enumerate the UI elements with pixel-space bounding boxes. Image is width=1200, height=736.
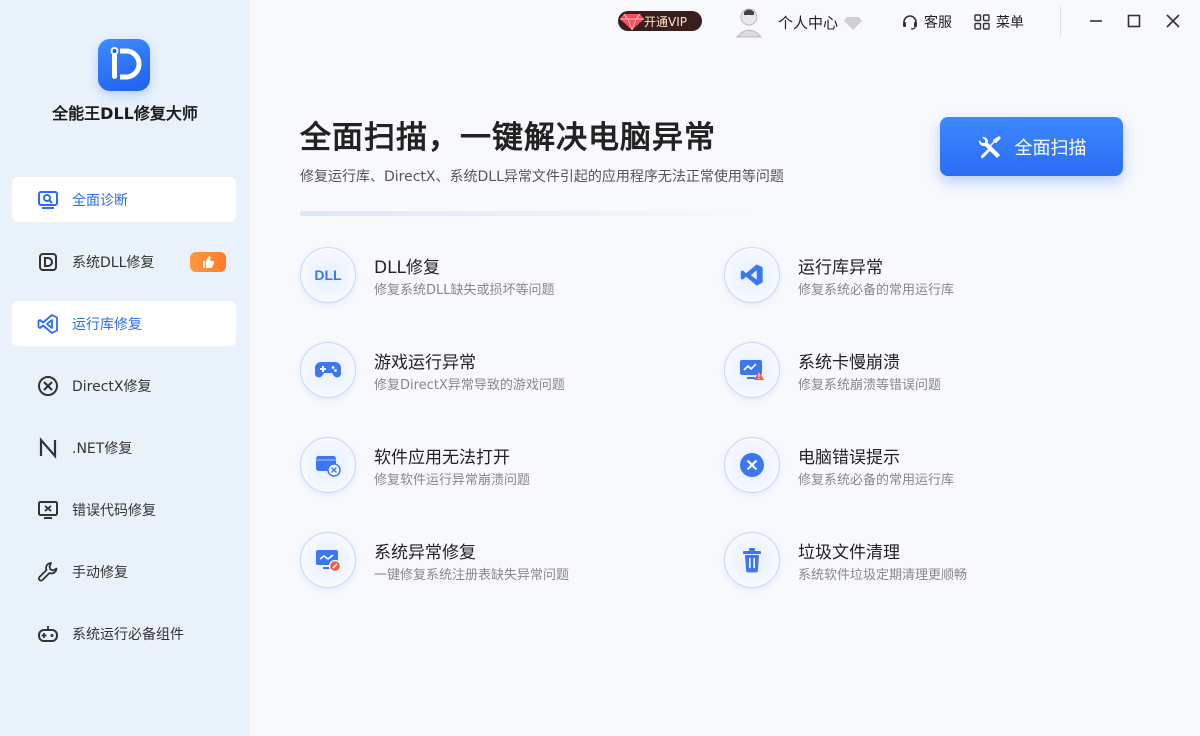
close-button[interactable] xyxy=(1161,10,1185,34)
feature-desc: 修复系统DLL缺失或损坏等问题 xyxy=(374,283,555,298)
feature-system-slow-crash[interactable]: 系统卡慢崩溃 修复系统崩溃等错误问题 xyxy=(724,342,1104,402)
trash-icon xyxy=(724,532,780,588)
title-underline xyxy=(300,211,755,216)
top-bar: 开通VIP 个人中心 客服 菜单 xyxy=(250,0,1200,44)
menu-link[interactable]: 菜单 xyxy=(974,12,1024,32)
sidebar-item-label: 系统DLL修复 xyxy=(72,254,155,271)
menu-label: 菜单 xyxy=(996,15,1024,31)
headset-icon xyxy=(902,14,918,30)
maximize-icon xyxy=(1127,13,1141,32)
feature-dll-repair[interactable]: DLL DLL修复 修复系统DLL缺失或损坏等问题 xyxy=(300,247,680,307)
maximize-button[interactable] xyxy=(1122,10,1146,34)
registry-repair-icon xyxy=(300,532,356,588)
feature-app-wont-open[interactable]: 软件应用无法打开 修复软件运行异常崩溃问题 xyxy=(300,437,680,497)
close-circle-icon xyxy=(724,437,780,493)
sidebar-item-label: .NET修复 xyxy=(72,440,133,457)
gamepad-icon xyxy=(300,342,356,398)
sidebar-item-runtime[interactable]: 运行库修复 xyxy=(12,301,236,346)
feature-title: 电脑错误提示 xyxy=(798,448,900,468)
user-center-link[interactable]: 个人中心 xyxy=(778,12,863,33)
feature-game-error[interactable]: 游戏运行异常 修复DirectX异常导致的游戏问题 xyxy=(300,342,680,402)
sidebar-item-system-dll[interactable]: 系统DLL修复 xyxy=(12,239,236,284)
feature-pc-error-prompt[interactable]: 电脑错误提示 修复系统必备的常用运行库 xyxy=(724,437,1104,497)
wrench-icon xyxy=(36,560,60,584)
feature-desc: 一键修复系统注册表缺失异常问题 xyxy=(374,568,570,583)
vs-icon xyxy=(36,312,60,336)
feature-desc: 修复DirectX异常导致的游戏问题 xyxy=(374,378,565,393)
feature-runtime-error[interactable]: 运行库异常 修复系统必备的常用运行库 xyxy=(724,247,1104,307)
feature-title: 系统卡慢崩溃 xyxy=(798,353,900,373)
feature-desc: 修复系统崩溃等错误问题 xyxy=(798,378,942,393)
app-logo-icon xyxy=(98,39,150,91)
dll-icon xyxy=(36,250,60,274)
monitor-error-icon xyxy=(36,498,60,522)
vip-button[interactable]: 开通VIP xyxy=(618,11,702,33)
thumbs-up-icon xyxy=(190,252,226,272)
dotnet-icon xyxy=(36,436,60,460)
close-icon xyxy=(1166,13,1180,32)
sidebar: 全能王DLL修复大师 全面诊断 系统DLL修复 运行库修复 DirectX修复 … xyxy=(0,0,250,736)
diamond-icon xyxy=(620,12,644,33)
dll-text-icon: DLL xyxy=(300,247,356,303)
topbar-divider xyxy=(1060,6,1061,36)
page-subtitle: 修复运行库、DirectX、系统DLL异常文件引起的应用程序无法正常使用等问题 xyxy=(300,169,784,185)
sidebar-item-label: 错误代码修复 xyxy=(72,502,156,519)
feature-desc: 修复软件运行异常崩溃问题 xyxy=(374,473,531,488)
sidebar-item-directx[interactable]: DirectX修复 xyxy=(12,363,236,408)
minimize-icon xyxy=(1089,13,1103,32)
sidebar-item-label: 手动修复 xyxy=(72,564,128,581)
vs-icon xyxy=(724,247,780,303)
vip-label: 开通VIP xyxy=(644,14,687,29)
sidebar-item-label: DirectX修复 xyxy=(72,378,152,395)
sidebar-item-manual-repair[interactable]: 手动修复 xyxy=(12,549,236,594)
full-scan-button[interactable]: 全面扫描 xyxy=(940,117,1123,176)
gray-diamond-icon xyxy=(844,16,863,30)
tools-icon xyxy=(977,134,1003,160)
page-title: 全面扫描，一键解决电脑异常 xyxy=(300,120,716,156)
sidebar-item-label: 全面诊断 xyxy=(72,192,128,209)
scan-icon xyxy=(36,188,60,212)
sidebar-item-essential-components[interactable]: 系统运行必备组件 xyxy=(12,611,236,656)
feature-desc: 修复系统必备的常用运行库 xyxy=(798,283,955,298)
minimize-button[interactable] xyxy=(1084,10,1108,34)
sidebar-item-full-diagnosis[interactable]: 全面诊断 xyxy=(12,177,236,222)
feature-title: 软件应用无法打开 xyxy=(374,448,510,468)
feature-title: 垃圾文件清理 xyxy=(798,543,900,563)
feature-junk-cleanup[interactable]: 垃圾文件清理 系统软件垃圾定期清理更顺畅 xyxy=(724,532,1104,592)
full-scan-label: 全面扫描 xyxy=(1014,137,1087,159)
grid-menu-icon xyxy=(974,14,990,30)
customer-service-label: 客服 xyxy=(924,15,952,31)
feature-title: DLL修复 xyxy=(374,258,441,278)
feature-desc: 修复系统必备的常用运行库 xyxy=(798,473,955,488)
sidebar-item-label: 运行库修复 xyxy=(72,316,142,333)
gamepad-icon xyxy=(36,622,60,646)
feature-system-repair[interactable]: 系统异常修复 一键修复系统注册表缺失异常问题 xyxy=(300,532,680,592)
directx-icon xyxy=(36,374,60,398)
app-name: 全能王DLL修复大师 xyxy=(52,104,198,123)
user-center-label: 个人中心 xyxy=(778,14,839,32)
feature-title: 系统异常修复 xyxy=(374,543,476,563)
feature-title: 运行库异常 xyxy=(798,258,883,278)
monitor-warning-icon xyxy=(724,342,780,398)
feature-title: 游戏运行异常 xyxy=(374,353,476,373)
feature-desc: 系统软件垃圾定期清理更顺畅 xyxy=(798,568,968,583)
avatar[interactable] xyxy=(734,6,764,38)
app-error-icon xyxy=(300,437,356,493)
sidebar-item-dotnet[interactable]: .NET修复 xyxy=(12,425,236,470)
sidebar-item-label: 系统运行必备组件 xyxy=(72,626,184,643)
sidebar-item-error-code[interactable]: 错误代码修复 xyxy=(12,487,236,532)
customer-service-link[interactable]: 客服 xyxy=(902,12,952,32)
